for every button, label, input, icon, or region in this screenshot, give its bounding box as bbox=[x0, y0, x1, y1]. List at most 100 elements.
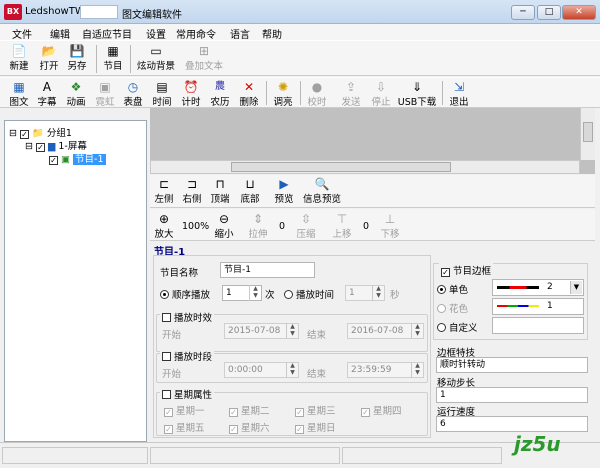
time-sync-button[interactable]: ● 校时 bbox=[304, 80, 330, 108]
seq-count-spinner[interactable]: ▲ ▼ bbox=[249, 285, 261, 301]
move-step-input[interactable]: 1 bbox=[436, 387, 588, 403]
timer-button[interactable]: ⏰ 计时 bbox=[178, 80, 204, 108]
maximize-button[interactable]: □ bbox=[537, 5, 561, 20]
seconds-unit: 秒 bbox=[390, 290, 400, 301]
weekday-sun[interactable]: ✓ 星期日 bbox=[295, 420, 336, 434]
neon-button[interactable]: ▣ 霓虹 bbox=[92, 80, 118, 108]
border-pattern bbox=[497, 286, 539, 289]
image-text-icon: ▦ bbox=[13, 80, 25, 94]
tree-item-screen[interactable]: ⊟ ✓ ▆ 1-屏幕 bbox=[25, 138, 87, 152]
menu-file[interactable]: 文件 bbox=[12, 26, 32, 41]
animation-button[interactable]: ❖ 动画 bbox=[62, 80, 90, 108]
tree-item-program[interactable]: ✓ ▣ 节目-1 bbox=[49, 151, 106, 165]
align-toolbar: ⊏ 左侧 ⊐ 右侧 ⊓ 顶端 ⊔ 底部 ▶ 预览 🔍 信息预览 bbox=[150, 175, 595, 208]
exit-button[interactable]: ⇲ 退出 bbox=[446, 80, 472, 108]
align-bottom-button[interactable]: ⊔ 底部 bbox=[238, 177, 262, 205]
start-time-label: 开始 bbox=[162, 369, 182, 380]
program-name-input[interactable]: 节目-1 bbox=[220, 262, 315, 278]
sync-icon: ● bbox=[311, 80, 323, 94]
clock-dial-button[interactable]: ◷ 表盘 bbox=[120, 80, 146, 108]
menu-settings[interactable]: 设置 bbox=[146, 26, 166, 41]
week-attr-checkbox[interactable]: 星期属性 bbox=[160, 387, 215, 401]
usb-download-button[interactable]: ⇓ USB下载 bbox=[396, 80, 438, 108]
run-speed-input[interactable]: 6 bbox=[436, 416, 588, 432]
end-date-spinner[interactable]: ▲ ▼ bbox=[411, 323, 423, 339]
zoom-in-button[interactable]: ⊕ 放大 bbox=[152, 212, 176, 240]
brightness-button[interactable]: ✺ 调亮 bbox=[270, 80, 296, 108]
weekday-tue[interactable]: ✓ 星期二 bbox=[229, 403, 270, 417]
start-date-spinner[interactable]: ▲ ▼ bbox=[286, 323, 298, 339]
subtitle-button[interactable]: A 字幕 bbox=[34, 80, 60, 108]
preview-button[interactable]: ▶ 预览 bbox=[272, 177, 296, 205]
horizontal-scrollbar[interactable] bbox=[150, 160, 580, 174]
info-preview-button[interactable]: 🔍 信息预览 bbox=[300, 177, 344, 205]
dynamic-background-button[interactable]: ▭ 炫动背景 bbox=[134, 44, 178, 72]
weekday-wed[interactable]: ✓ 星期三 bbox=[295, 403, 336, 417]
border-effect-input[interactable]: 顺时针转动 bbox=[436, 357, 588, 373]
weekday-mon[interactable]: ✓ 星期一 bbox=[164, 403, 205, 417]
magnifier-icon: 🔍 bbox=[314, 177, 330, 191]
delete-button[interactable]: ✕ 删除 bbox=[236, 80, 262, 108]
minimize-button[interactable]: ─ bbox=[511, 5, 535, 20]
compress-button[interactable]: ⇳ 压缩 bbox=[294, 212, 318, 240]
end-time-spinner[interactable]: ▲ ▼ bbox=[411, 362, 423, 378]
zoom-out-button[interactable]: ⊖ 缩小 bbox=[212, 212, 236, 240]
new-file-icon: 📄 bbox=[11, 44, 27, 58]
stop-button[interactable]: ⇩ 停止 bbox=[368, 80, 394, 108]
overlay-text-button[interactable]: ⊞ 叠加文本 bbox=[182, 44, 226, 72]
weekday-thu[interactable]: ✓ 星期四 bbox=[361, 403, 402, 417]
stretch-button[interactable]: ⇕ 拉伸 bbox=[246, 212, 270, 240]
border-single-radio[interactable]: 单色 bbox=[437, 282, 468, 296]
menu-common-commands[interactable]: 常用命令 bbox=[176, 26, 216, 41]
border-custom-radio[interactable]: 自定义 bbox=[437, 320, 478, 334]
program-name-label: 节目名称 bbox=[160, 268, 199, 279]
end-time-label: 结束 bbox=[307, 369, 327, 380]
lunar-calendar-button[interactable]: 農农历 bbox=[206, 80, 234, 108]
align-left-button[interactable]: ⊏ 左侧 bbox=[152, 177, 176, 205]
weekday-fri[interactable]: ✓ 星期五 bbox=[164, 420, 205, 434]
status-bar bbox=[0, 442, 600, 468]
menu-language[interactable]: 语言 bbox=[230, 26, 250, 41]
end-date-label: 结束 bbox=[307, 330, 327, 341]
main-toolbar: 📄 新建 📂 打开 💾 另存 ▦ 节目 ▭ 炫动背景 ⊞ 叠加文本 bbox=[0, 40, 600, 76]
checkbox[interactable]: ✓ bbox=[49, 156, 58, 165]
play-period-checkbox[interactable]: 播放时效 bbox=[160, 310, 215, 324]
move-up-button[interactable]: ⊤ 上移 bbox=[330, 212, 354, 240]
start-time-spinner[interactable]: ▲ ▼ bbox=[286, 362, 298, 378]
menu-help[interactable]: 帮助 bbox=[262, 26, 282, 41]
align-right-icon: ⊐ bbox=[186, 177, 198, 191]
save-as-button[interactable]: 💾 另存 bbox=[64, 44, 90, 72]
close-button[interactable]: ✕ bbox=[562, 5, 596, 20]
seq-play-radio[interactable]: 顺序播放 bbox=[160, 287, 210, 301]
zoom-toolbar: ⊕ 放大 100% ⊖ 缩小 ⇕ 拉伸 0 ⇳ 压缩 ⊤ 上移 0 ⊥ 下移 bbox=[150, 209, 595, 241]
open-button[interactable]: 📂 打开 bbox=[36, 44, 62, 72]
alarm-clock-icon: ⏰ bbox=[183, 80, 199, 94]
vertical-scrollbar[interactable] bbox=[580, 108, 595, 160]
time-button[interactable]: ▤ 时间 bbox=[148, 80, 176, 108]
play-time-spinner[interactable]: ▲ ▼ bbox=[372, 285, 384, 301]
time-slot-checkbox[interactable]: 播放时段 bbox=[160, 349, 215, 363]
border-custom-field[interactable] bbox=[492, 317, 584, 334]
tree-item-group[interactable]: ⊟ ✓ 📁 分组1 bbox=[9, 125, 72, 139]
animation-icon: ❖ bbox=[70, 80, 82, 94]
menu-edit[interactable]: 编辑 bbox=[50, 26, 70, 41]
new-button[interactable]: 📄 新建 bbox=[6, 44, 32, 72]
send-button[interactable]: ⇪ 发送 bbox=[338, 80, 364, 108]
program-button[interactable]: ▦ 节目 bbox=[100, 44, 126, 72]
exit-icon: ⇲ bbox=[453, 80, 465, 94]
program-tree: ⊟ ✓ 📁 分组1 ⊟ ✓ ▆ 1-屏幕 ✓ ▣ 节目-1 bbox=[4, 120, 147, 442]
weekday-sat[interactable]: ✓ 星期六 bbox=[229, 420, 270, 434]
play-time-radio[interactable]: 播放时间 bbox=[284, 287, 334, 301]
checkbox[interactable]: ✓ bbox=[35, 143, 45, 152]
align-right-button[interactable]: ⊐ 右侧 bbox=[180, 177, 204, 205]
border-single-select[interactable]: 2 ▼ bbox=[492, 279, 584, 296]
menu-adaptive-program[interactable]: 自适应节目 bbox=[82, 26, 132, 41]
border-colorful-radio[interactable]: 花色 bbox=[437, 301, 468, 315]
lunar-icon: 農 bbox=[215, 81, 225, 92]
border-checkbox[interactable]: ✓ 节目边框 bbox=[439, 263, 494, 277]
stretch-icon: ⇕ bbox=[252, 212, 264, 226]
move-down-button[interactable]: ⊥ 下移 bbox=[378, 212, 402, 240]
align-top-button[interactable]: ⊓ 顶端 bbox=[208, 177, 232, 205]
border-colorful-select[interactable]: 1 bbox=[492, 298, 584, 315]
image-text-button[interactable]: ▦ 图文 bbox=[6, 80, 32, 108]
